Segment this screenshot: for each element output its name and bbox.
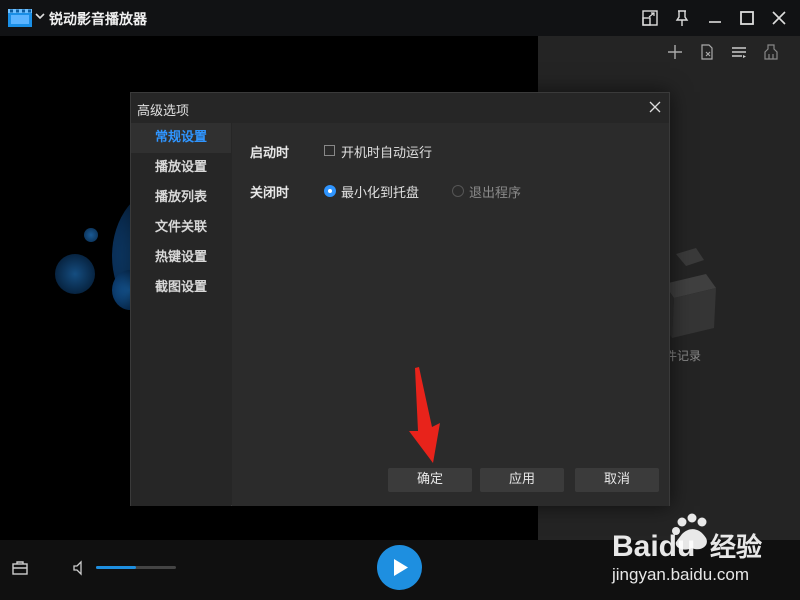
startup-label: 启动时 xyxy=(250,146,290,161)
minimize-to-tray-label[interactable]: 最小化到托盘 xyxy=(341,182,419,201)
sidebar-item-hotkeys[interactable]: 热键设置 xyxy=(131,243,231,273)
minimize-icon[interactable] xyxy=(705,8,725,28)
close-label: 关闭时 xyxy=(250,186,290,201)
play-button[interactable] xyxy=(377,545,422,590)
title-bar: 锐动影音播放器 xyxy=(0,0,800,36)
play-icon xyxy=(394,559,408,576)
sidebar-item-playlist[interactable]: 播放列表 xyxy=(131,183,231,213)
advanced-options-dialog: 高级选项 常规设置 播放设置 播放列表 文件关联 热键设置 截图设置 启动时 开… xyxy=(130,92,670,506)
volume-slider[interactable] xyxy=(96,566,176,569)
clear-icon[interactable] xyxy=(762,43,780,61)
baidu-jingyan-watermark: Baidu 经验 jingyan.baidu.com xyxy=(611,513,762,584)
empty-record-text: 件记录 xyxy=(665,349,702,363)
sidebar-item-general[interactable]: 常规设置 xyxy=(131,123,231,153)
pin-icon[interactable] xyxy=(672,8,692,28)
maximize-icon[interactable] xyxy=(737,8,757,28)
app-logo-icon[interactable] xyxy=(8,9,32,27)
autostart-checkbox[interactable] xyxy=(324,145,335,156)
apply-button[interactable]: 应用 xyxy=(480,468,564,492)
settings-content: 启动时 开机时自动运行 关闭时 最小化到托盘 退出程序 xyxy=(232,123,669,506)
chevron-down-icon[interactable] xyxy=(35,11,45,21)
settings-sidebar: 常规设置 播放设置 播放列表 文件关联 热键设置 截图设置 xyxy=(131,123,231,506)
dialog-title: 高级选项 xyxy=(137,104,190,119)
decor-bubble xyxy=(84,228,98,242)
add-icon[interactable] xyxy=(666,43,684,61)
dialog-close-icon[interactable] xyxy=(647,99,663,115)
watermark-brand: Baidu xyxy=(612,530,695,563)
ok-button[interactable]: 确定 xyxy=(388,468,472,492)
annotation-arrow-icon xyxy=(409,367,440,463)
toolbox-icon[interactable] xyxy=(11,559,29,577)
sidebar-item-screenshot[interactable]: 截图设置 xyxy=(131,273,231,303)
mini-mode-icon[interactable] xyxy=(640,8,660,28)
exit-program-label[interactable]: 退出程序 xyxy=(469,182,521,201)
delete-file-icon[interactable] xyxy=(698,43,716,61)
close-icon[interactable] xyxy=(769,8,789,28)
sidebar-item-file-association[interactable]: 文件关联 xyxy=(131,213,231,243)
cancel-button[interactable]: 取消 xyxy=(575,468,659,492)
list-mode-icon[interactable] xyxy=(730,43,748,61)
watermark-url: jingyan.baidu.com xyxy=(611,565,749,584)
exit-program-radio[interactable] xyxy=(452,185,464,197)
sidebar-item-playback[interactable]: 播放设置 xyxy=(131,153,231,183)
app-title: 锐动影音播放器 xyxy=(49,12,147,28)
decor-bubble xyxy=(55,254,95,294)
volume-icon[interactable] xyxy=(71,559,89,577)
volume-level xyxy=(96,566,136,569)
minimize-to-tray-radio[interactable] xyxy=(324,185,336,197)
watermark-brand-cn: 经验 xyxy=(710,532,762,563)
autostart-label[interactable]: 开机时自动运行 xyxy=(341,142,432,161)
